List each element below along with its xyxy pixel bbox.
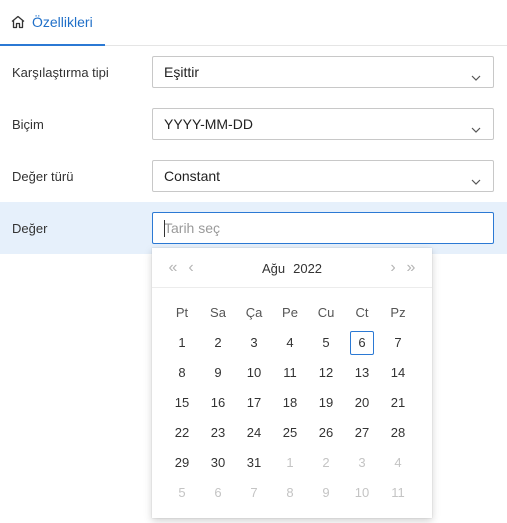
comparison-type-row: Karşılaştırma tipi Eşittir: [0, 46, 507, 98]
calendar-day[interactable]: 31: [242, 451, 266, 475]
calendar-day[interactable]: 15: [170, 391, 194, 415]
calendar-day[interactable]: 22: [170, 421, 194, 445]
calendar-day[interactable]: 10: [350, 481, 374, 505]
tab-label: Özellikleri: [32, 14, 93, 30]
calendar-day[interactable]: 30: [206, 451, 230, 475]
calendar-day[interactable]: 14: [386, 361, 410, 385]
format-value: YYYY-MM-DD: [164, 116, 253, 132]
calendar-day[interactable]: 3: [350, 451, 374, 475]
date-picker-popup: « ‹ Ağu 2022 › » Pt Sa Ça Pe Cu Ct Pz 1 2 3 4 5 6 7 8 9…: [152, 248, 432, 518]
weekday-header: Sa: [210, 305, 226, 320]
prev-year-icon[interactable]: «: [162, 248, 184, 288]
weekday-header: Pz: [390, 305, 406, 320]
comparison-type-label: Karşılaştırma tipi: [12, 64, 109, 80]
calendar-day[interactable]: 27: [350, 421, 374, 445]
calendar-day[interactable]: 11: [386, 481, 410, 505]
chevron-down-icon: [471, 172, 481, 188]
calendar-day[interactable]: 4: [386, 451, 410, 475]
weekday-header: Pe: [282, 305, 298, 320]
calendar-day[interactable]: 2: [206, 331, 230, 355]
tab-bar: Özellikleri: [0, 0, 507, 46]
chevron-down-icon: [471, 68, 481, 84]
calendar-day[interactable]: 8: [278, 481, 302, 505]
calendar-day[interactable]: 7: [386, 331, 410, 355]
calendar-day[interactable]: 11: [278, 361, 302, 385]
calendar-day[interactable]: 29: [170, 451, 194, 475]
calendar-day[interactable]: 4: [278, 331, 302, 355]
calendar-day[interactable]: 12: [314, 361, 338, 385]
calendar-day[interactable]: 25: [278, 421, 302, 445]
calendar-day[interactable]: 5: [170, 481, 194, 505]
calendar-day[interactable]: 7: [242, 481, 266, 505]
calendar-day[interactable]: 2: [314, 451, 338, 475]
chevron-down-icon: [471, 120, 481, 136]
calendar-day[interactable]: 1: [170, 331, 194, 355]
weekday-header: Ça: [245, 305, 263, 320]
home-icon: [10, 14, 26, 30]
comparison-type-value: Eşittir: [164, 64, 199, 80]
calendar-day[interactable]: 3: [242, 331, 266, 355]
text-cursor: [164, 220, 165, 237]
format-row: Biçim YYYY-MM-DD: [0, 98, 507, 150]
calendar-day[interactable]: 16: [206, 391, 230, 415]
calendar-day[interactable]: 6: [206, 481, 230, 505]
calendar-day[interactable]: 28: [386, 421, 410, 445]
calendar-day[interactable]: 9: [206, 361, 230, 385]
calendar-day[interactable]: 23: [206, 421, 230, 445]
calendar-day[interactable]: 17: [242, 391, 266, 415]
calendar-day[interactable]: 1: [278, 451, 302, 475]
calendar-day[interactable]: 9: [314, 481, 338, 505]
prev-month-icon[interactable]: ‹: [184, 248, 198, 288]
calendar-day[interactable]: 8: [170, 361, 194, 385]
next-month-icon[interactable]: ›: [386, 248, 400, 288]
value-type-label: Değer türü: [12, 168, 74, 184]
date-input[interactable]: [152, 212, 494, 244]
tab-properties[interactable]: Özellikleri: [0, 0, 105, 46]
format-label: Biçim: [12, 116, 44, 132]
calendar-day[interactable]: 18: [278, 391, 302, 415]
next-year-icon[interactable]: »: [400, 248, 422, 288]
calendar-day[interactable]: 24: [242, 421, 266, 445]
value-type-row: Değer türü Constant: [0, 150, 507, 202]
comparison-type-select[interactable]: Eşittir: [152, 56, 494, 88]
calendar-day[interactable]: 13: [350, 361, 374, 385]
value-type-value: Constant: [164, 168, 221, 184]
calendar-day[interactable]: 19: [314, 391, 338, 415]
value-label: Değer: [12, 220, 48, 236]
weekday-header: Pt: [175, 305, 189, 320]
value-type-select[interactable]: Constant: [152, 160, 494, 192]
calendar-day[interactable]: 26: [314, 421, 338, 445]
calendar-header: « ‹ Ağu 2022 › »: [152, 248, 432, 288]
calendar-day[interactable]: 20: [350, 391, 374, 415]
format-select[interactable]: YYYY-MM-DD: [152, 108, 494, 140]
calendar-year[interactable]: 2022: [293, 261, 322, 276]
calendar-day[interactable]: 21: [386, 391, 410, 415]
calendar-day[interactable]: 10: [242, 361, 266, 385]
calendar-month[interactable]: Ağu: [262, 261, 285, 276]
calendar-day-today[interactable]: 6: [350, 331, 374, 355]
weekday-header: Cu: [317, 305, 335, 320]
calendar-day[interactable]: 5: [314, 331, 338, 355]
weekday-header: Ct: [355, 305, 369, 320]
value-row: Değer: [0, 202, 507, 254]
